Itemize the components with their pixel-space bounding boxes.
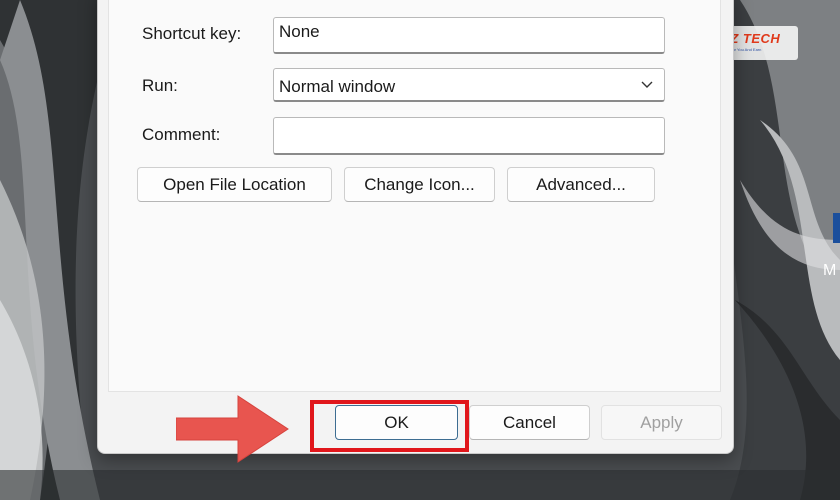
- cancel-button[interactable]: Cancel: [469, 405, 590, 440]
- comment-field[interactable]: [273, 117, 665, 155]
- shortcut-key-field[interactable]: None: [273, 17, 665, 54]
- comment-label: Comment:: [142, 125, 221, 144]
- open-file-location-button[interactable]: Open File Location: [137, 167, 332, 202]
- desktop-icon-edge[interactable]: [833, 213, 840, 243]
- run-label: Run:: [142, 76, 178, 95]
- run-select-value: Normal window: [279, 77, 396, 96]
- run-select[interactable]: Normal window: [273, 68, 665, 102]
- chevron-down-icon: [641, 81, 653, 88]
- apply-button: Apply: [601, 405, 722, 440]
- advanced-button[interactable]: Advanced...: [507, 167, 655, 202]
- shortcut-tab-panel: Shortcut key: None Run: Normal window Co…: [108, 0, 721, 392]
- desktop-icon-label: M: [823, 262, 837, 279]
- change-icon-button[interactable]: Change Icon...: [344, 167, 495, 202]
- ok-highlight-box: [310, 400, 469, 452]
- properties-dialog: Shortcut key: None Run: Normal window Co…: [97, 0, 734, 454]
- shortcut-key-value: None: [279, 22, 320, 41]
- shortcut-key-label: Shortcut key:: [142, 24, 242, 43]
- pointer-arrow-icon: [176, 395, 289, 463]
